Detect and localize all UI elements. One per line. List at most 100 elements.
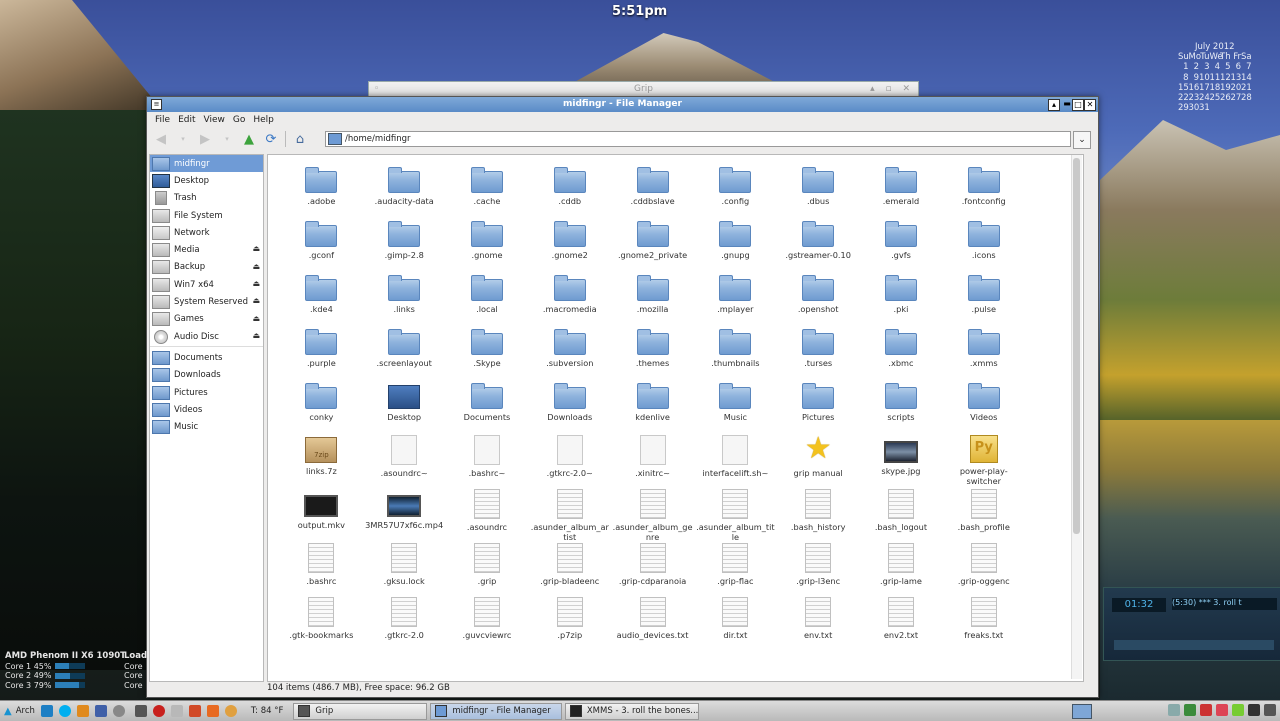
app-launcher-icon[interactable]	[188, 705, 201, 717]
file-item[interactable]: .guvcviewrc	[446, 597, 529, 651]
window-menu-icon[interactable]: ◦	[374, 84, 379, 94]
sidebar-item-file-system[interactable]: File System	[150, 207, 263, 224]
file-item[interactable]: kdenlive	[611, 381, 694, 435]
file-item[interactable]: .gnupg	[694, 219, 777, 273]
file-item[interactable]: .gtk-bookmarks	[280, 597, 363, 651]
file-item[interactable]: .gtkrc-2.0~	[528, 435, 611, 489]
file-item[interactable]: .cache	[446, 165, 529, 219]
media-launcher-icon[interactable]	[112, 705, 125, 717]
shade-icon[interactable]: ▴	[1048, 99, 1060, 111]
file-item[interactable]: .gstreamer-0.10	[777, 219, 860, 273]
grip-window-buttons[interactable]: ▴ ▫ ✕	[870, 84, 914, 94]
file-item[interactable]: .grip-lame	[860, 543, 943, 597]
task-file-manager[interactable]: midfingr - File Manager	[430, 702, 563, 720]
eject-icon[interactable]: ⏏	[252, 296, 260, 305]
window-menu-icon[interactable]: ≡	[151, 99, 162, 110]
file-item[interactable]: .pulse	[942, 273, 1025, 327]
file-item[interactable]: .themes	[611, 327, 694, 381]
tray-app-icon[interactable]	[1248, 704, 1260, 716]
sidebar-item-trash[interactable]: Trash	[150, 190, 263, 207]
audio-launcher-icon[interactable]	[76, 705, 89, 717]
file-item[interactable]: .thumbnails	[694, 327, 777, 381]
location-bar[interactable]: /home/midfingr	[325, 131, 1071, 147]
file-item[interactable]: .subversion	[528, 327, 611, 381]
sidebar-item-system-reserved[interactable]: System Reserved ⏏	[150, 293, 263, 310]
eject-icon[interactable]: ⏏	[252, 331, 260, 340]
file-item[interactable]: audio_devices.txt	[611, 597, 694, 651]
skype-launcher-icon[interactable]	[58, 705, 71, 717]
file-item[interactable]: .fontconfig	[942, 165, 1025, 219]
power-launcher-icon[interactable]	[152, 705, 165, 717]
up-arrow-icon[interactable]: ▲	[241, 131, 257, 147]
file-item[interactable]: .gconf	[280, 219, 363, 273]
menu-view[interactable]: View	[200, 115, 229, 125]
file-item[interactable]: dir.txt	[694, 597, 777, 651]
file-item[interactable]: .asoundrc	[446, 489, 529, 543]
settings-launcher-icon[interactable]	[94, 705, 107, 717]
file-item[interactable]: .xinitrc~	[611, 435, 694, 489]
file-item[interactable]: .links	[363, 273, 446, 327]
file-item[interactable]: .icons	[942, 219, 1025, 273]
search-launcher-icon[interactable]	[170, 705, 183, 717]
file-item[interactable]: .bashrc~	[446, 435, 529, 489]
menu-file[interactable]: File	[151, 115, 174, 125]
sidebar-item-games[interactable]: Games ⏏	[150, 311, 263, 328]
back-arrow-icon[interactable]: ◀	[153, 131, 169, 147]
file-item[interactable]: .openshot	[777, 273, 860, 327]
file-item[interactable]: .Skype	[446, 327, 529, 381]
firefox-launcher-icon[interactable]	[206, 705, 219, 717]
sidebar-item-downloads[interactable]: Downloads	[150, 367, 263, 384]
file-item[interactable]: interfacelift.sh~	[694, 435, 777, 489]
file-item[interactable]: Desktop	[363, 381, 446, 435]
file-item[interactable]: Documents	[446, 381, 529, 435]
file-item[interactable]: .adobe	[280, 165, 363, 219]
file-item[interactable]: .grip-oggenc	[942, 543, 1025, 597]
file-item[interactable]: .xmms	[942, 327, 1025, 381]
file-item[interactable]: .mozilla	[611, 273, 694, 327]
home-icon[interactable]: ⌂	[292, 131, 308, 147]
file-item[interactable]: .turses	[777, 327, 860, 381]
file-item[interactable]: 7zip links.7z	[280, 435, 363, 489]
network-tray-icon[interactable]	[1168, 704, 1180, 716]
file-item[interactable]: .asunder_album_artist	[528, 489, 611, 543]
file-item[interactable]: .gimp-2.8	[363, 219, 446, 273]
sidebar-item-pictures[interactable]: Pictures	[150, 384, 263, 401]
sidebar-item-win7-x64[interactable]: Win7 x64 ⏏	[150, 276, 263, 293]
menu-edit[interactable]: Edit	[174, 115, 199, 125]
file-item[interactable]: env2.txt	[860, 597, 943, 651]
eject-icon[interactable]: ⏏	[252, 279, 260, 288]
sidebar-item-audio-disc[interactable]: Audio Disc ⏏	[150, 328, 263, 345]
file-item[interactable]: .dbus	[777, 165, 860, 219]
tray-app-icon[interactable]	[1216, 704, 1228, 716]
location-dropdown-chevron-icon[interactable]: ⌄	[1073, 131, 1091, 149]
xmms-player[interactable]: 01:32 (5:30) *** 3. roll t	[1103, 587, 1280, 661]
file-item[interactable]: .cddb	[528, 165, 611, 219]
file-item[interactable]: .audacity-data	[363, 165, 446, 219]
file-item[interactable]: Py power-play-switcher	[942, 435, 1025, 489]
sidebar-item-media[interactable]: Media ⏏	[150, 241, 263, 258]
updates-tray-icon[interactable]	[1184, 704, 1196, 716]
file-item[interactable]: .bash_logout	[860, 489, 943, 543]
tray-app-icon[interactable]	[1232, 704, 1244, 716]
file-item[interactable]: conky	[280, 381, 363, 435]
file-item[interactable]: .grip-bladeenc	[528, 543, 611, 597]
file-item[interactable]: .gnome	[446, 219, 529, 273]
file-item[interactable]: ★ grip manual	[777, 434, 860, 489]
sidebar-item-midfingr[interactable]: midfingr	[150, 155, 263, 173]
file-item[interactable]: .cddbslave	[611, 165, 694, 219]
eject-icon[interactable]: ⏏	[252, 244, 260, 253]
file-item[interactable]: .p7zip	[528, 597, 611, 651]
file-item[interactable]: .purple	[280, 327, 363, 381]
back-history-chevron-icon[interactable]: ▾	[175, 131, 191, 147]
sidebar-item-music[interactable]: Music	[150, 418, 263, 435]
file-item[interactable]: .kde4	[280, 273, 363, 327]
file-item[interactable]: .xbmc	[860, 327, 943, 381]
task-xmms[interactable]: XMMS - 3. roll the bones...	[565, 702, 700, 720]
xmms-controls[interactable]	[1114, 640, 1274, 650]
volume-tray-icon[interactable]	[1264, 704, 1276, 716]
task-grip[interactable]: Grip	[293, 702, 428, 720]
file-item[interactable]: .grip-flac	[694, 543, 777, 597]
file-item[interactable]: freaks.txt	[942, 597, 1025, 651]
file-item[interactable]: .config	[694, 165, 777, 219]
file-item[interactable]: .gvfs	[860, 219, 943, 273]
